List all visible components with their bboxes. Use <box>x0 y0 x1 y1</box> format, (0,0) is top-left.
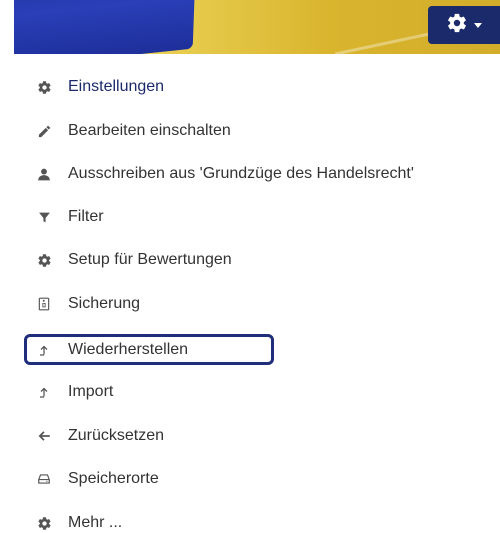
menu-item-label: Einstellungen <box>68 78 165 95</box>
filter-icon <box>36 209 52 225</box>
menu-item-label: Sicherung <box>68 295 141 312</box>
backup-file-icon <box>36 296 52 312</box>
menu-item-import[interactable]: Import <box>36 378 113 406</box>
menu-item-label: Zurücksetzen <box>68 427 165 444</box>
menu-item-label: Bearbeiten einschalten <box>68 122 231 139</box>
menu-item-zuruecksetzen[interactable]: Zurücksetzen <box>36 422 164 450</box>
gear-icon <box>36 79 52 95</box>
gear-icon <box>446 12 468 39</box>
restore-upload-icon <box>36 342 52 358</box>
course-actions-menu-button[interactable] <box>428 6 500 44</box>
menu-item-label: Setup für Bewertungen <box>68 251 232 268</box>
menu-item-einstellungen[interactable]: Einstellungen <box>36 73 164 101</box>
gear-icon <box>36 515 52 531</box>
gear-icon <box>36 252 52 268</box>
menu-item-label: Filter <box>68 208 104 225</box>
menu-item-filter[interactable]: Filter <box>36 203 104 231</box>
pencil-icon <box>36 123 52 139</box>
upload-icon <box>36 384 52 400</box>
menu-item-ausschreiben[interactable]: Ausschreiben aus 'Grundzüge des Handelsr… <box>36 160 414 188</box>
menu-item-bearbeiten-einschalten[interactable]: Bearbeiten einschalten <box>36 117 231 145</box>
course-header-banner <box>14 0 500 54</box>
hard-drive-icon <box>36 471 52 487</box>
menu-item-label: Mehr ... <box>68 514 123 531</box>
menu-item-speicherorte[interactable]: Speicherorte <box>36 465 159 493</box>
menu-item-wiederherstellen[interactable]: Wiederherstellen <box>36 336 188 364</box>
menu-item-label: Speicherorte <box>68 470 159 487</box>
arrow-left-icon <box>36 428 52 444</box>
menu-item-setup-bewertungen[interactable]: Setup für Bewertungen <box>36 246 232 274</box>
caret-down-icon <box>474 22 482 28</box>
menu-item-label: Ausschreiben aus 'Grundzüge des Handelsr… <box>68 165 414 182</box>
menu-item-label: Wiederherstellen <box>68 341 189 358</box>
user-icon <box>36 166 52 182</box>
menu-item-label: Import <box>68 383 114 400</box>
menu-item-sicherung[interactable]: Sicherung <box>36 290 140 318</box>
banner-decoration <box>14 0 198 54</box>
menu-item-mehr[interactable]: Mehr ... <box>36 509 122 533</box>
